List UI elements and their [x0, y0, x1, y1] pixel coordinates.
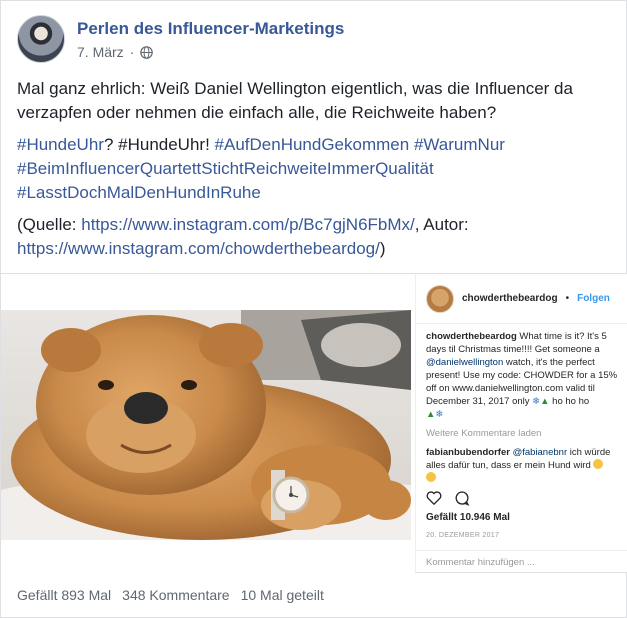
globe-icon[interactable]: [140, 45, 154, 59]
shares-count[interactable]: 10 Mal geteilt: [241, 587, 324, 603]
instagram-comment: fabianbubendorfer @fabianebnr ich würde …: [426, 446, 626, 485]
instagram-header: chowderthebeardog • Folgen: [416, 274, 627, 324]
author-link[interactable]: https://www.instagram.com/chowderthebear…: [17, 239, 380, 258]
source-suffix: ): [379, 239, 386, 258]
dog-photo[interactable]: [1, 310, 411, 540]
source-link[interactable]: https://www.instagram.com/p/Bc7gjN6FbMx/: [81, 215, 415, 234]
separator-dot: •: [565, 293, 570, 304]
hashtag-link[interactable]: #WarumNur: [414, 135, 505, 154]
mention-link[interactable]: @fabianebnr: [513, 447, 568, 458]
post-meta: 7. März ·: [77, 44, 154, 60]
instagram-date: 20. DEZEMBER 2017: [426, 532, 500, 539]
comment-icon[interactable]: [454, 490, 470, 506]
hashtag-link[interactable]: #HundeUhr: [17, 135, 104, 154]
post-message: Mal ganz ehrlich: Weiß Daniel Wellington…: [17, 79, 573, 122]
post-date[interactable]: 7. März: [77, 44, 124, 60]
page-avatar[interactable]: [17, 15, 65, 63]
emoji-heart-eyes-icon: [426, 472, 436, 482]
instagram-avatar[interactable]: [426, 284, 454, 313]
hashtag-link[interactable]: #LasstDochMalDenHundInRuhe: [17, 183, 261, 202]
comments-count[interactable]: 348 Kommentare: [122, 587, 229, 603]
instagram-panel: chowderthebeardog • Folgen chowderthebea…: [415, 274, 627, 574]
mention-link[interactable]: @danielwellington: [426, 357, 503, 368]
hashtag-text: ? #HundeUhr!: [103, 135, 210, 154]
instagram-username[interactable]: chowderthebeardog: [462, 293, 558, 304]
caption-username[interactable]: chowderthebeardog: [426, 331, 517, 342]
tree-icon: ▲: [540, 396, 550, 407]
photo-area[interactable]: [1, 274, 415, 574]
comment-username[interactable]: fabianbubendorfer: [426, 447, 510, 458]
post-text: Mal ganz ehrlich: Weiß Daniel Wellington…: [17, 77, 617, 269]
heart-icon[interactable]: [426, 490, 442, 505]
emoji-face-icon: [593, 459, 604, 469]
source-middle: , Autor:: [414, 215, 469, 234]
snowflake-icon: ❄: [435, 409, 444, 420]
source-prefix: (Quelle:: [17, 215, 82, 234]
facebook-post: Perlen des Influencer-Marketings 7. März…: [0, 0, 627, 618]
snowflake-icon: ❄: [532, 396, 541, 407]
tree-icon: ▲: [426, 409, 436, 420]
post-source: (Quelle: https://www.instagram.com/p/Bc7…: [17, 213, 617, 261]
page-name-link[interactable]: Perlen des Influencer-Marketings: [77, 19, 344, 39]
post-hashtags: #HundeUhr? #HundeUhr! #AufDenHundGekomme…: [17, 133, 617, 205]
instagram-caption: chowderthebeardog What time is it? It's …: [426, 331, 618, 420]
hashtag-link[interactable]: #BeimInfluencerQuartettStichtReichweiteI…: [17, 159, 434, 178]
instagram-embed[interactable]: chowderthebeardog • Folgen chowderthebea…: [1, 273, 627, 574]
follow-button[interactable]: Folgen: [577, 293, 610, 304]
likes-count[interactable]: Gefällt 893 Mal: [17, 587, 111, 603]
load-more-comments[interactable]: Weitere Kommentare laden: [426, 427, 626, 440]
hashtag-link[interactable]: #AufDenHundGekommen: [215, 135, 410, 154]
instagram-comments: chowderthebeardog What time is it? It's …: [426, 330, 626, 485]
comment-input[interactable]: Kommentar hinzufügen ...: [416, 550, 627, 574]
instagram-actions: [426, 490, 470, 506]
instagram-likes[interactable]: Gefällt 10.946 Mal: [426, 512, 510, 523]
post-stats: Gefällt 893 Mal 348 Kommentare 10 Mal ge…: [17, 587, 324, 603]
